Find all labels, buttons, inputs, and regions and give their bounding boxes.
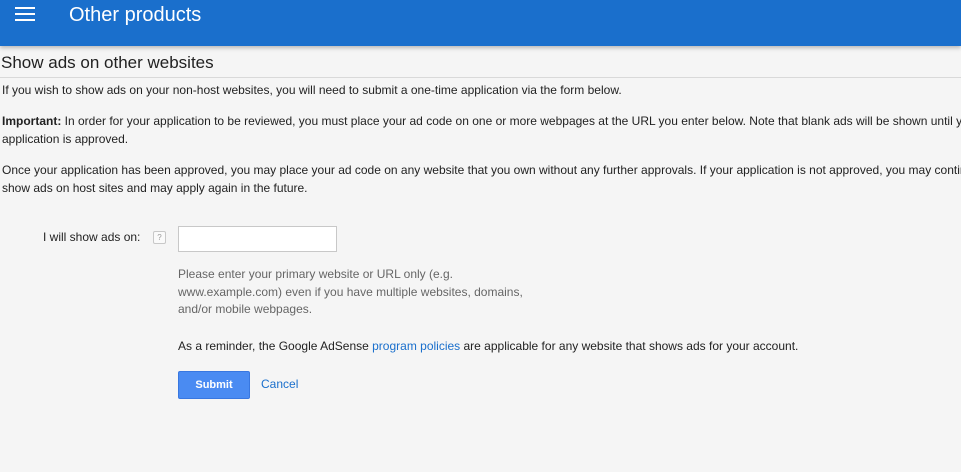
app-bar: Other products: [0, 0, 961, 46]
program-policies-link[interactable]: program policies: [372, 339, 460, 353]
menu-icon-bar: [15, 19, 35, 21]
important-paragraph: Important: In order for your application…: [2, 112, 961, 148]
intro-paragraph: If you wish to show ads on your non-host…: [2, 83, 622, 97]
menu-icon[interactable]: [15, 7, 35, 23]
website-hint-text: Please enter your primary website or URL…: [178, 267, 523, 316]
policy-reminder: As a reminder, the Google AdSense progra…: [178, 338, 958, 355]
reminder-text-after: are applicable for any website that show…: [460, 339, 799, 353]
important-label: Important:: [2, 114, 62, 128]
menu-icon-bar: [15, 13, 35, 15]
approval-paragraph: Once your application has been approved,…: [2, 163, 961, 195]
important-text: In order for your application to be revi…: [2, 114, 961, 146]
cancel-link[interactable]: Cancel: [261, 377, 298, 391]
divider: [0, 77, 961, 78]
website-url-input[interactable]: [178, 226, 337, 252]
question-mark-icon[interactable]: ?: [153, 231, 166, 244]
reminder-text-before: As a reminder, the Google AdSense: [178, 339, 373, 353]
submit-button[interactable]: Submit: [178, 371, 250, 399]
menu-icon-bar: [15, 7, 35, 9]
app-title: Other products: [69, 4, 202, 26]
page-title: Show ads on other websites: [1, 53, 214, 72]
website-field-label: I will show ads on:: [43, 230, 141, 244]
